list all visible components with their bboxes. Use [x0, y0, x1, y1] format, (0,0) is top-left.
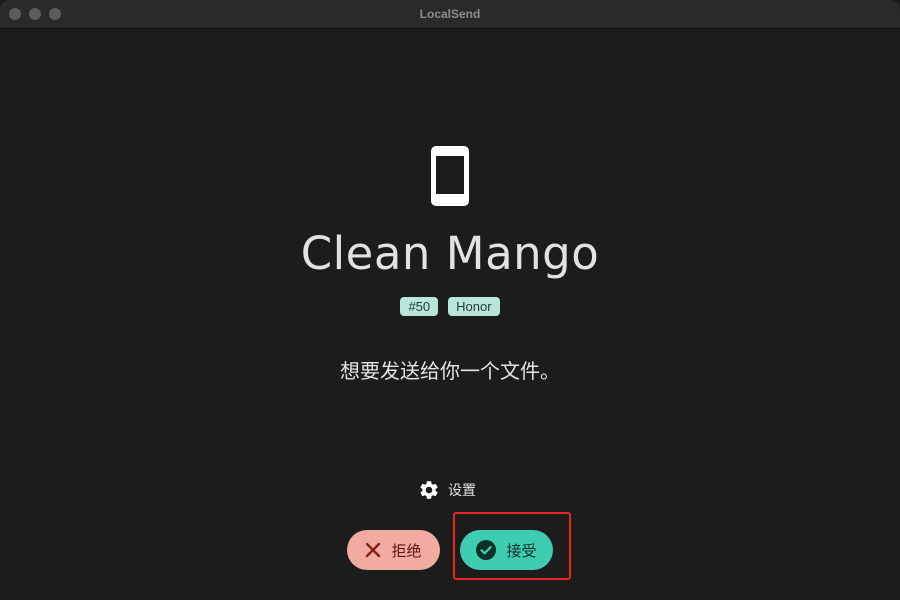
reject-label: 拒绝	[391, 541, 422, 560]
device-name: Clean Mango	[300, 227, 600, 280]
gear-icon	[420, 481, 438, 499]
accept-label: 接受	[506, 541, 537, 560]
settings-button[interactable]: 设置	[418, 478, 476, 502]
settings-label: 设置	[448, 483, 476, 499]
smartphone-icon	[431, 146, 469, 206]
reject-button[interactable]: 拒绝	[347, 530, 440, 570]
request-message: 想要发送给你一个文件。	[340, 359, 560, 383]
title-bar: LocalSend	[0, 0, 900, 29]
accept-button[interactable]: 接受	[460, 530, 553, 570]
check-circle-icon	[476, 540, 497, 560]
device-model-badge: Honor	[448, 297, 500, 316]
device-badges: #50 Honor	[0, 297, 900, 316]
close-icon	[366, 542, 381, 558]
device-id-badge: #50	[400, 297, 439, 316]
app-window: LocalSend Clean Mango #50 Honor 想要发送给你一个…	[0, 0, 900, 600]
window-title: LocalSend	[419, 7, 481, 21]
